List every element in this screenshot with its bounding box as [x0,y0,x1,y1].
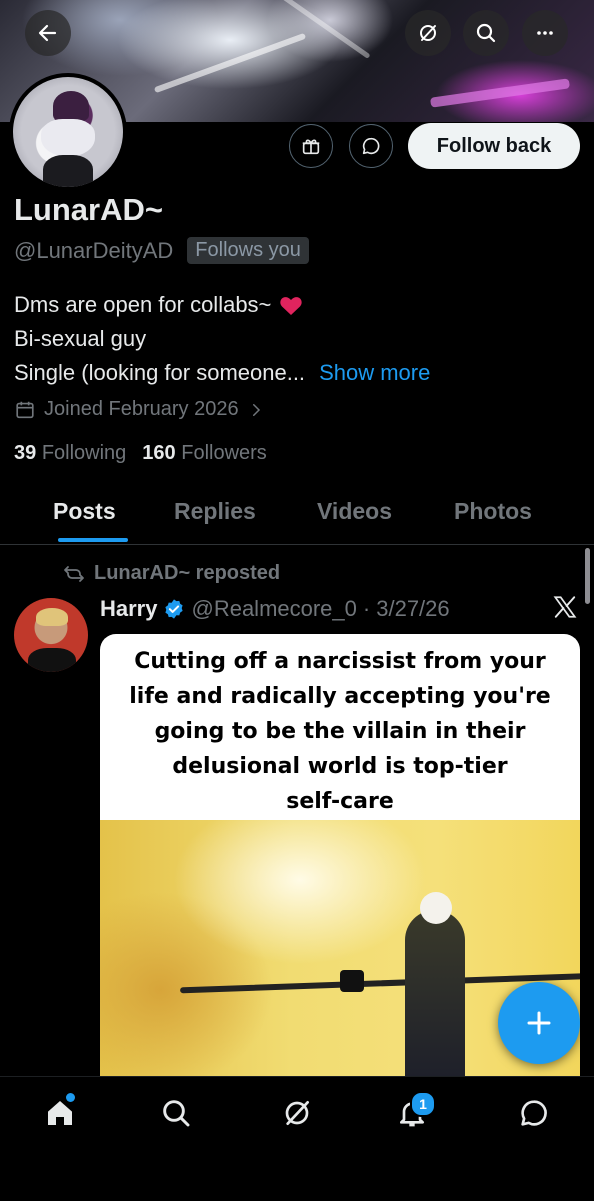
more-icon [537,31,553,35]
post-date[interactable]: 3/27/26 [376,596,449,622]
calendar-icon [16,401,34,418]
followers-count-link[interactable]: 160 Followers [142,442,267,465]
home-unread-dot [66,1093,75,1102]
bio-line: Single (looking for someone... [14,360,306,385]
grok-icon [420,25,436,41]
active-tab-indicator [58,538,128,542]
bio-line: Dms are open for collabs~ [14,292,272,317]
bottom-navigation: 1 [0,1076,594,1201]
tab-replies[interactable]: Replies [174,498,256,525]
follows-you-badge: Follows you [187,237,309,264]
repost-indicator: LunarAD~ reposted [62,562,280,585]
search-icon [476,23,496,43]
grok-icon [285,1101,309,1125]
show-more-link[interactable]: Show more [319,356,430,390]
gift-icon [302,139,320,155]
scrollbar[interactable] [585,548,590,604]
compose-button[interactable] [498,982,580,1064]
grok-button[interactable] [405,10,451,56]
joined-text: Joined February 2026 [44,398,239,420]
profile-avatar[interactable] [9,73,127,191]
x-logo-icon [553,596,577,618]
nav-messages[interactable] [514,1093,554,1133]
back-arrow-icon [38,24,57,42]
media-caption: Cutting off a narcissist from your life … [129,649,551,814]
tab-videos[interactable]: Videos [317,498,392,525]
search-icon [163,1100,190,1127]
nav-grok[interactable] [277,1093,317,1133]
nav-notifications[interactable]: 1 [392,1091,436,1133]
search-button[interactable] [463,10,509,56]
display-name: LunarAD~ [14,192,163,227]
notifications-badge: 1 [410,1091,436,1117]
following-count-link[interactable]: 39 Following [14,442,126,465]
repost-icon [64,565,84,582]
compose-plus-icon [527,1011,551,1035]
more-button[interactable] [522,10,568,56]
follow-back-button[interactable]: Follow back [408,123,580,169]
post-separator: · [362,596,371,621]
message-icon [362,137,380,155]
back-button[interactable] [25,10,71,56]
nav-home[interactable] [40,1093,80,1133]
post-author-avatar[interactable] [14,598,88,672]
bio: Dms are open for collabs~ Bi-sexual guy … [14,288,430,390]
profile-tabs: Posts Replies Videos Photos [0,490,594,545]
tab-posts[interactable]: Posts [53,498,116,525]
message-button[interactable] [349,124,393,168]
tab-photos[interactable]: Photos [454,498,532,525]
chat-icon [521,1100,547,1126]
bio-line: Bi-sexual guy [14,326,147,351]
heart-emoji-icon [280,297,303,315]
handle-row: @LunarDeityAD Follows you [14,237,309,264]
nav-search[interactable] [156,1093,196,1133]
repost-text: LunarAD~ reposted [94,562,281,584]
post-header: Harry @Realmecore_0 · 3/27/26 [100,596,450,622]
user-handle: @LunarDeityAD [14,237,174,263]
post-author-handle[interactable]: @Realmecore_0 [191,596,356,622]
verified-icon [165,599,184,619]
follow-counts: 39 Following 160 Followers [14,442,267,465]
joined-date[interactable]: Joined February 2026 [14,398,265,421]
post-author-name[interactable]: Harry [100,596,157,622]
chevron-right-icon [252,403,260,416]
gift-button[interactable] [289,124,333,168]
